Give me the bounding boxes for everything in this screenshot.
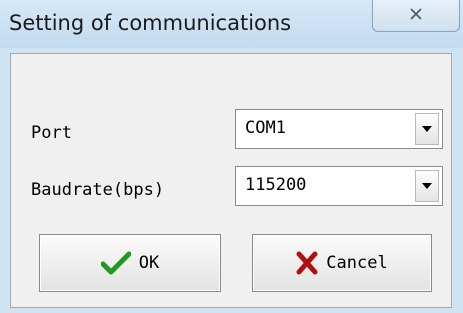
dialog-body: Port COM1 Baudrate(bps) 115200 OK Cancel [10,53,452,308]
title-bar[interactable]: Setting of communications [0,0,463,48]
checkmark-icon [100,251,131,275]
ok-button-label: OK [138,253,160,273]
cancel-button-label: Cancel [326,253,388,273]
baudrate-select[interactable]: 115200 [235,166,443,206]
close-icon [410,8,422,20]
baudrate-label: Baudrate(bps) [31,180,165,200]
chevron-down-icon [422,183,432,189]
baudrate-select-value: 115200 [245,175,307,195]
close-button[interactable] [372,0,460,32]
window-title: Setting of communications [9,11,292,35]
port-select[interactable]: COM1 [235,109,443,149]
port-select-value: COM1 [245,118,286,138]
port-label: Port [31,123,72,143]
baudrate-dropdown-button[interactable] [415,170,439,202]
port-dropdown-button[interactable] [415,113,439,145]
dialog-window: Setting of communications Port COM1 Baud… [0,0,463,313]
cancel-button[interactable]: Cancel [252,234,432,292]
chevron-down-icon [422,126,432,132]
x-mark-icon [296,251,318,275]
ok-button[interactable]: OK [39,234,221,292]
